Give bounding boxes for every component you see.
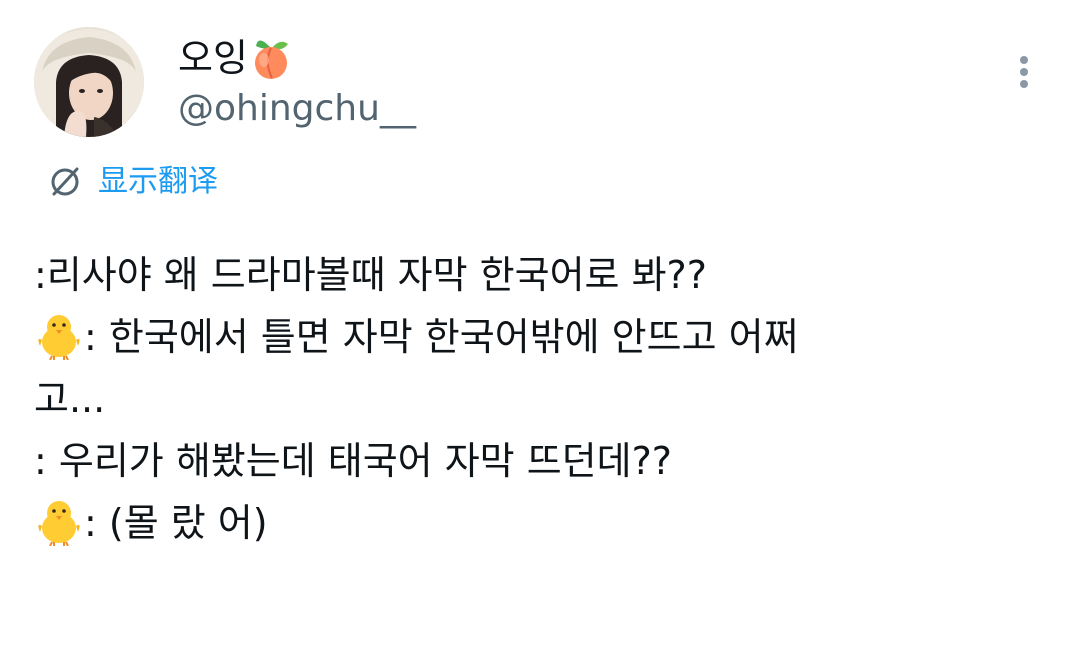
translate-icon bbox=[51, 167, 79, 196]
author-name-text: 오잉 bbox=[178, 36, 248, 80]
chick-icon bbox=[34, 496, 84, 547]
chick-icon bbox=[34, 310, 84, 361]
tweet-line: : 우리가 해봤는데 태국어 자막 뜨던데?? bbox=[34, 430, 1044, 492]
tweet-line: : (몰 랐 어) bbox=[34, 492, 1044, 554]
avatar[interactable] bbox=[34, 27, 144, 137]
tweet-line-text: : 한국에서 틀면 자막 한국어밖에 안뜨고 어쩌 bbox=[84, 315, 799, 359]
more-options-button[interactable] bbox=[1004, 48, 1044, 96]
author-display-name[interactable]: 오잉 bbox=[178, 36, 292, 80]
tweet-line-text: : (몰 랐 어) bbox=[84, 501, 268, 545]
tweet-line-text: :리사야 왜 드라마볼때 자막 한국어로 봐?? bbox=[34, 253, 707, 297]
tweet-line: : 한국에서 틀면 자막 한국어밖에 안뜨고 어쩌 bbox=[34, 306, 1044, 368]
peach-icon bbox=[250, 36, 292, 80]
tweet-line-text: : 우리가 해봤는데 태국어 자막 뜨던데?? bbox=[34, 439, 672, 483]
tweet-line: :리사야 왜 드라마볼때 자막 한국어로 봐?? bbox=[34, 244, 1044, 306]
tweet-text: :리사야 왜 드라마볼때 자막 한국어로 봐?? : 한국에서 틀면 자막 한국… bbox=[34, 244, 1044, 554]
show-translation-link[interactable]: 显示翻译 bbox=[46, 160, 218, 204]
tweet-line-text: 고... bbox=[34, 377, 106, 421]
more-vertical-icon bbox=[1020, 56, 1028, 88]
show-translation-label: 显示翻译 bbox=[98, 164, 218, 199]
tweet-line: 고... bbox=[34, 368, 1044, 430]
author-handle[interactable]: @ohingchu__ bbox=[178, 88, 416, 130]
